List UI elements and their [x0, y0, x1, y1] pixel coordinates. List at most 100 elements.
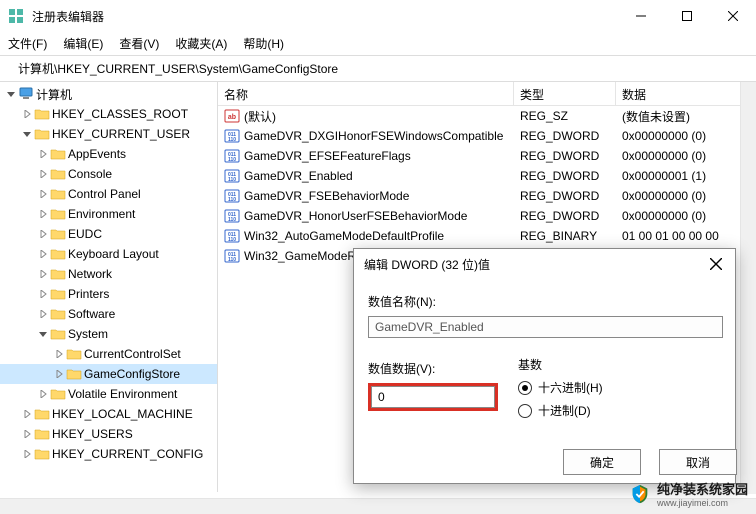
chevron-right-icon[interactable]: [20, 410, 34, 418]
tree-item-system[interactable]: System: [0, 324, 217, 344]
close-button[interactable]: [710, 0, 756, 32]
list-row[interactable]: 011110Win32_AutoGameModeDefaultProfileRE…: [218, 226, 756, 246]
folder-icon: [66, 366, 82, 382]
minimize-button[interactable]: [618, 0, 664, 32]
value-name: GameDVR_FSEBehaviorMode: [244, 189, 409, 203]
list-header: 名称 类型 数据: [218, 82, 756, 106]
chevron-down-icon[interactable]: [4, 90, 18, 98]
chevron-right-icon[interactable]: [36, 210, 50, 218]
chevron-right-icon[interactable]: [36, 190, 50, 198]
radio-dec[interactable]: 十进制(D): [518, 402, 603, 419]
chevron-right-icon[interactable]: [52, 370, 66, 378]
tree-item-printers[interactable]: Printers: [0, 284, 217, 304]
tree-item-currentcontrolset[interactable]: CurrentControlSet: [0, 344, 217, 364]
col-header-name[interactable]: 名称: [218, 82, 514, 105]
chevron-down-icon[interactable]: [20, 130, 34, 138]
tree-item-label: HKEY_USERS: [52, 427, 133, 441]
cancel-button[interactable]: 取消: [659, 449, 737, 475]
tree-item-计算机[interactable]: 计算机: [0, 84, 217, 104]
tree-item-label: Volatile Environment: [68, 387, 177, 401]
chevron-right-icon[interactable]: [36, 310, 50, 318]
tree-item-volatile-environment[interactable]: Volatile Environment: [0, 384, 217, 404]
chevron-right-icon[interactable]: [36, 250, 50, 258]
value-data: (数值未设置): [616, 108, 756, 125]
menu-file[interactable]: 文件(F): [8, 35, 47, 52]
list-row[interactable]: 011110GameDVR_FSEBehaviorModeREG_DWORD0x…: [218, 186, 756, 206]
tree-item-label: Control Panel: [68, 187, 141, 201]
tree-item-network[interactable]: Network: [0, 264, 217, 284]
chevron-right-icon[interactable]: [36, 170, 50, 178]
tree-item-gameconfigstore[interactable]: GameConfigStore: [0, 364, 217, 384]
watermark: 纯净装系统家园 www.jiayimei.com: [629, 479, 748, 508]
reg-binary-icon: 011110: [224, 168, 240, 184]
tree-item-environment[interactable]: Environment: [0, 204, 217, 224]
chevron-right-icon[interactable]: [20, 450, 34, 458]
folder-icon: [50, 306, 66, 322]
tree-item-software[interactable]: Software: [0, 304, 217, 324]
radio-hex[interactable]: 十六进制(H): [518, 379, 603, 396]
regedit-icon: [8, 8, 24, 24]
chevron-right-icon[interactable]: [36, 290, 50, 298]
list-row[interactable]: 011110GameDVR_EFSEFeatureFlagsREG_DWORD0…: [218, 146, 756, 166]
tree-item-keyboard-layout[interactable]: Keyboard Layout: [0, 244, 217, 264]
chevron-right-icon[interactable]: [52, 350, 66, 358]
value-name-input[interactable]: [368, 316, 723, 338]
tree-item-hkey-current-user[interactable]: HKEY_CURRENT_USER: [0, 124, 217, 144]
value-data-input[interactable]: [371, 386, 495, 408]
tree-item-appevents[interactable]: AppEvents: [0, 144, 217, 164]
tree-item-label: Environment: [68, 207, 135, 221]
radio-dot-icon: [518, 381, 532, 395]
vertical-scrollbar[interactable]: [740, 82, 756, 494]
menu-view[interactable]: 查看(V): [119, 35, 159, 52]
tree-item-hkey-classes-root[interactable]: HKEY_CLASSES_ROOT: [0, 104, 217, 124]
menu-favorites[interactable]: 收藏夹(A): [175, 35, 227, 52]
list-row[interactable]: 011110GameDVR_HonorUserFSEBehaviorModeRE…: [218, 206, 756, 226]
value-name: Win32_AutoGameModeDefaultProfile: [244, 229, 444, 243]
list-row[interactable]: 011110GameDVR_DXGIHonorFSEWindowsCompati…: [218, 126, 756, 146]
chevron-right-icon[interactable]: [20, 110, 34, 118]
dialog-close-button[interactable]: [701, 249, 731, 279]
col-header-type[interactable]: 类型: [514, 82, 616, 105]
folder-icon: [34, 446, 50, 462]
ok-button[interactable]: 确定: [563, 449, 641, 475]
tree-item-hkey-users[interactable]: HKEY_USERS: [0, 424, 217, 444]
base-label: 基数: [518, 356, 603, 373]
chevron-right-icon[interactable]: [36, 270, 50, 278]
tree-item-label: EUDC: [68, 227, 102, 241]
folder-icon: [50, 266, 66, 282]
chevron-down-icon[interactable]: [36, 330, 50, 338]
list-row[interactable]: ab(默认)REG_SZ(数值未设置): [218, 106, 756, 126]
chevron-right-icon[interactable]: [36, 390, 50, 398]
svg-text:110: 110: [228, 197, 236, 203]
svg-text:110: 110: [228, 137, 236, 143]
menu-help[interactable]: 帮助(H): [243, 35, 284, 52]
tree-item-console[interactable]: Console: [0, 164, 217, 184]
watermark-icon: [629, 483, 651, 505]
chevron-right-icon[interactable]: [20, 430, 34, 438]
chevron-right-icon[interactable]: [36, 150, 50, 158]
address-bar[interactable]: 计算机\HKEY_CURRENT_USER\System\GameConfigS…: [0, 56, 756, 82]
list-row[interactable]: 011110GameDVR_EnabledREG_DWORD0x00000001…: [218, 166, 756, 186]
tree-item-label: AppEvents: [68, 147, 126, 161]
tree-item-label: 计算机: [36, 86, 72, 103]
folder-icon: [50, 286, 66, 302]
value-name: GameDVR_DXGIHonorFSEWindowsCompatible: [244, 129, 503, 143]
value-data: 0x00000000 (0): [616, 209, 756, 223]
reg-binary-icon: 011110: [224, 208, 240, 224]
tree-item-hkey-local-machine[interactable]: HKEY_LOCAL_MACHINE: [0, 404, 217, 424]
tree-item-eudc[interactable]: EUDC: [0, 224, 217, 244]
maximize-button[interactable]: [664, 0, 710, 32]
tree-item-label: HKEY_CLASSES_ROOT: [52, 107, 188, 121]
folder-icon: [50, 186, 66, 202]
folder-icon: [34, 106, 50, 122]
folder-icon: [50, 246, 66, 262]
folder-icon: [50, 166, 66, 182]
chevron-right-icon[interactable]: [36, 230, 50, 238]
watermark-sub: www.jiayimei.com: [657, 498, 748, 508]
reg-binary-icon: 011110: [224, 248, 240, 264]
col-header-data[interactable]: 数据: [616, 82, 756, 105]
menu-edit[interactable]: 编辑(E): [63, 35, 103, 52]
tree-item-control-panel[interactable]: Control Panel: [0, 184, 217, 204]
tree-item-hkey-current-config[interactable]: HKEY_CURRENT_CONFIG: [0, 444, 217, 464]
reg-binary-icon: 011110: [224, 148, 240, 164]
